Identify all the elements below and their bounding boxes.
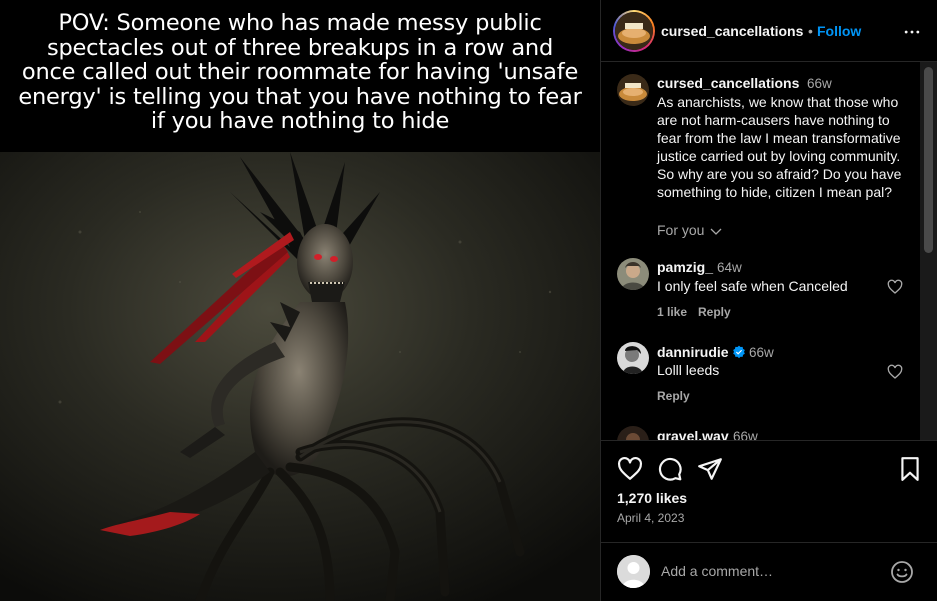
comment-text: Lolll leeds <box>657 362 720 378</box>
post-sidebar: cursed_cancellations • Follow cursed_can… <box>600 0 937 601</box>
comment-username[interactable]: dannirudie <box>657 344 729 360</box>
comment-heart-icon[interactable] <box>887 279 903 295</box>
for-you-label: For you <box>657 222 705 238</box>
follow-button[interactable]: Follow <box>817 23 861 39</box>
comment-text: I only feel safe when Canceled <box>657 278 848 294</box>
comment-username[interactable]: gravel.wav <box>657 428 729 440</box>
post-media[interactable]: POV: Someone who has made messy public s… <box>0 0 600 601</box>
send-icon[interactable] <box>697 456 723 482</box>
add-comment-input[interactable] <box>661 559 881 583</box>
comment-username[interactable]: pamzig_ <box>657 259 713 275</box>
comments-scrollbar[interactable] <box>920 62 937 440</box>
comment-time[interactable]: 66w <box>749 345 774 360</box>
comment-heart-icon[interactable] <box>887 364 903 380</box>
post-header: cursed_cancellations • Follow <box>601 0 937 62</box>
chevron-down-icon <box>710 228 722 236</box>
caption-time[interactable]: 66w <box>807 76 832 91</box>
comment-icon[interactable] <box>657 456 683 482</box>
heart-icon[interactable] <box>617 456 643 482</box>
scrollbar-thumb[interactable] <box>924 67 933 253</box>
comment-reply-button[interactable]: Reply <box>698 305 731 319</box>
comments-list[interactable]: cursed_cancellations 66w As anarchists, … <box>601 62 921 440</box>
post-actions: 1,270 likes April 4, 2023 <box>601 440 937 542</box>
caption-username[interactable]: cursed_cancellations <box>657 75 799 91</box>
for-you-dropdown[interactable]: For you <box>657 222 722 238</box>
comment-time[interactable]: 66w <box>733 429 758 440</box>
comment-time[interactable]: 64w <box>717 260 742 275</box>
bookmark-icon[interactable] <box>897 456 923 482</box>
current-user-avatar[interactable] <box>617 555 650 588</box>
author-username[interactable]: cursed_cancellations <box>661 23 803 39</box>
likes-count[interactable]: 1,270 likes <box>617 490 687 506</box>
verified-badge-icon <box>733 345 745 359</box>
comment-likes-count[interactable]: 1 like <box>657 305 687 319</box>
add-comment-bar <box>601 542 937 601</box>
caption-text: As anarchists, we know that those who ar… <box>657 94 902 200</box>
more-horizontal-icon[interactable] <box>902 22 922 42</box>
meme-caption-text: POV: Someone who has made messy public s… <box>0 0 600 152</box>
author-avatar[interactable] <box>615 12 653 50</box>
emoji-icon[interactable] <box>890 560 914 584</box>
post-date[interactable]: April 4, 2023 <box>617 511 684 525</box>
caption-author-avatar[interactable] <box>617 74 649 106</box>
commenter-avatar[interactable] <box>617 258 649 290</box>
commenter-avatar[interactable] <box>617 342 649 374</box>
commenter-avatar[interactable] <box>617 426 649 440</box>
creature-artwork-image <box>0 152 600 601</box>
comment-reply-button[interactable]: Reply <box>657 389 690 403</box>
header-separator: • <box>808 23 813 39</box>
